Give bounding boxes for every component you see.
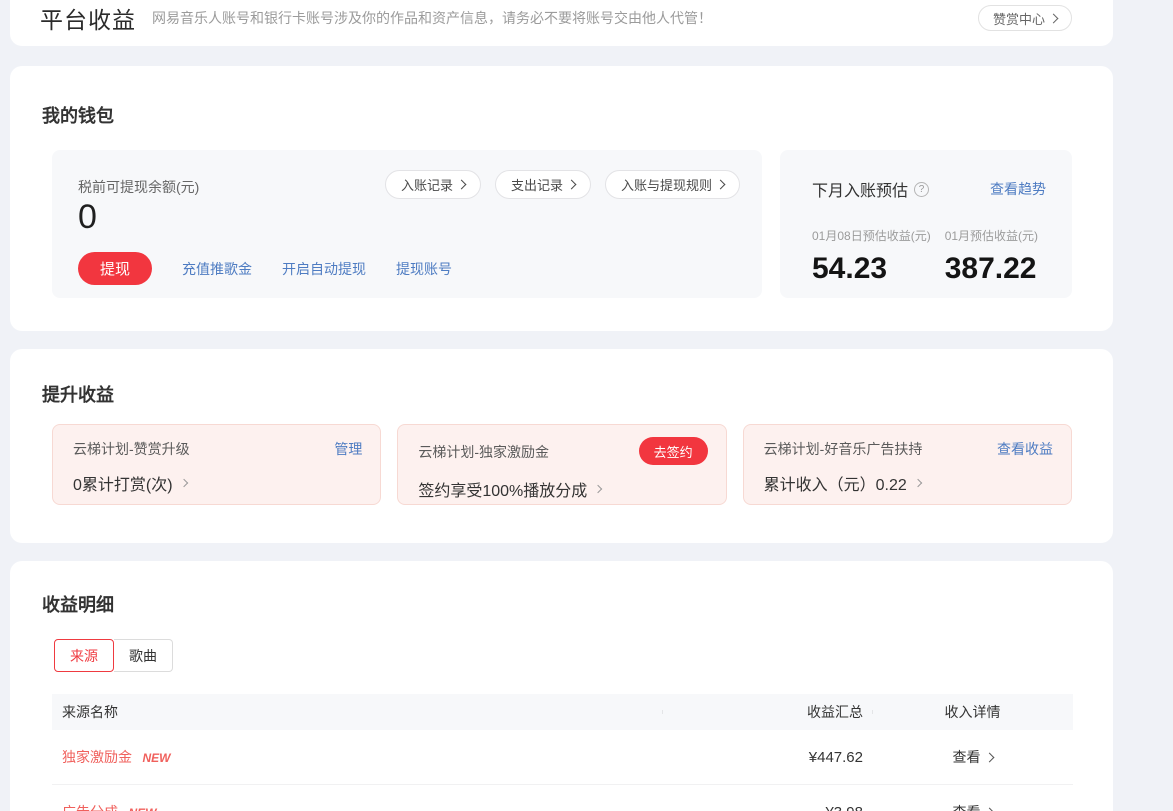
balance-top-row: 税前可提现余额(元) 入账记录 支出记录 入账与提现规则 [78,170,740,199]
income-withdraw-rules-button[interactable]: 入账与提现规则 [605,170,740,199]
boost-item-exclusive-incentive: 云梯计划-独家激励金 去签约 签约享受100%播放分成 [397,424,726,505]
boost-item-top: 云梯计划-好音乐广告扶持 查看收益 [764,439,1053,459]
forecast-column-month: 01月预估收益(元) 387.22 [945,227,1038,286]
wallet-actions-row: 提现 充值推歌金 开启自动提现 提现账号 [78,252,740,285]
column-header-details: 收入详情 [872,702,1073,722]
table-header: 来源名称 收益汇总 收入详情 [52,694,1073,730]
boost-item-top: 云梯计划-赞赏升级 管理 [73,439,362,459]
boost-item-content[interactable]: 累计收入（元）0.22 [764,471,921,495]
page-header-card: 平台收益 网易音乐人账号和银行卡账号涉及你的作品和资产信息，请务必不要将账号交由… [10,0,1113,46]
new-badge: NEW [128,806,156,811]
row-name: 广告分成 [62,802,118,811]
chevron-right-icon [914,479,922,487]
chevron-right-icon [594,485,602,493]
boost-item-content[interactable]: 0累计打赏(次) [73,471,187,495]
chevron-right-icon [984,752,994,762]
column-header-total: 收益汇总 [662,702,872,722]
chevron-right-icon [984,807,994,811]
forecast-title: 下月入账预估 [812,177,908,201]
wallet-card: 我的钱包 税前可提现余额(元) 入账记录 支出记录 [10,66,1113,331]
withdraw-account-link[interactable]: 提现账号 [396,259,452,279]
boost-row: 云梯计划-赞赏升级 管理 0累计打赏(次) 云梯计划-独家激励金 去签约 签约享… [52,424,1072,505]
view-income-link[interactable]: 查看收益 [997,439,1053,459]
boost-item-title: 云梯计划-独家激励金 [418,442,549,462]
chevron-right-icon [567,180,577,190]
boost-item-ad-support: 云梯计划-好音乐广告扶持 查看收益 累计收入（元）0.22 [743,424,1072,505]
forecast-column-day: 01月08日预估收益(元) 54.23 [812,227,931,286]
go-sign-button[interactable]: 去签约 [639,437,708,465]
earnings-table: 来源名称 收益汇总 收入详情 独家激励金 NEW ¥447.62 查看 [52,694,1073,811]
row-name: 独家激励金 [62,747,132,767]
tab-song[interactable]: 歌曲 [114,639,173,672]
forecast-day-label: 01月08日预估收益(元) [812,227,931,244]
wallet-body: 税前可提现余额(元) 入账记录 支出记录 入账与提现规则 [52,150,1072,298]
table-row: 独家激励金 NEW ¥447.62 查看 [52,730,1073,785]
details-section-title: 收益明细 [10,561,1113,617]
reward-center-label: 赞赏中心 [993,9,1045,28]
boost-item-title: 云梯计划-好音乐广告扶持 [764,439,923,459]
page-title: 平台收益 [40,1,136,35]
expense-records-button[interactable]: 支出记录 [495,170,591,199]
forecast-panel: 下月入账预估 ? 查看趋势 01月08日预估收益(元) 54.23 01月预估收… [780,150,1072,298]
income-withdraw-rules-label: 入账与提现规则 [621,175,712,194]
income-records-label: 入账记录 [401,175,453,194]
income-records-button[interactable]: 入账记录 [385,170,481,199]
balance-value: 0 [78,199,740,236]
forecast-month-value: 387.22 [945,252,1038,286]
withdraw-button[interactable]: 提现 [78,252,152,285]
details-tabs: 来源 歌曲 [54,639,173,672]
view-link[interactable]: 查看 [953,802,993,811]
row-amount: ¥3.98 [662,804,872,811]
forecast-top-row: 下月入账预估 ? 查看趋势 [812,177,1046,201]
row-view-cell: 查看 [872,802,1073,811]
reward-center-button[interactable]: 赞赏中心 [978,5,1072,31]
boost-item-content-label: 累计收入（元）0.22 [764,471,907,495]
wallet-section-title: 我的钱包 [10,66,1113,128]
view-trend-link[interactable]: 查看趋势 [990,179,1046,199]
boost-item-content-label: 签约享受100%播放分成 [418,477,587,501]
chevron-right-icon [716,180,726,190]
view-link[interactable]: 查看 [953,747,993,767]
page-content: 平台收益 网易音乐人账号和银行卡账号涉及你的作品和资产信息，请务必不要将账号交由… [10,0,1113,811]
manage-link[interactable]: 管理 [334,439,362,459]
details-card: 收益明细 来源 歌曲 来源名称 收益汇总 收入详情 独家激励金 NEW ¥447… [10,561,1113,811]
page-subtitle: 网易音乐人账号和银行卡账号涉及你的作品和资产信息，请务必不要将账号交由他人代管！ [152,8,712,28]
recharge-promo-link[interactable]: 充值推歌金 [182,259,252,279]
forecast-month-label: 01月预估收益(元) [945,227,1038,244]
boost-item-top: 云梯计划-独家激励金 去签约 [418,439,707,465]
boost-item-content-label: 0累计打赏(次) [73,471,173,495]
help-icon[interactable]: ? [914,182,929,197]
balance-panel: 税前可提现余额(元) 入账记录 支出记录 入账与提现规则 [52,150,762,298]
chevron-right-icon [1049,13,1059,23]
balance-label: 税前可提现余额(元) [78,170,199,197]
tab-source[interactable]: 来源 [54,639,114,672]
forecast-day-value: 54.23 [812,252,931,286]
row-name-cell: 独家激励金 NEW [52,747,662,767]
view-link-label: 查看 [953,802,981,811]
record-pills: 入账记录 支出记录 入账与提现规则 [385,170,740,199]
row-view-cell: 查看 [872,747,1073,767]
table-row: 广告分成 NEW ¥3.98 查看 [52,785,1073,811]
row-name-cell: 广告分成 NEW [52,802,662,811]
boost-section-title: 提升收益 [10,349,1113,407]
view-link-label: 查看 [953,747,981,767]
boost-item-title: 云梯计划-赞赏升级 [73,439,190,459]
boost-item-reward-upgrade: 云梯计划-赞赏升级 管理 0累计打赏(次) [52,424,381,505]
row-amount: ¥447.62 [662,749,872,766]
forecast-columns: 01月08日预估收益(元) 54.23 01月预估收益(元) 387.22 [812,227,1046,286]
chevron-right-icon [457,180,467,190]
new-badge: NEW [142,751,170,765]
chevron-right-icon [179,479,187,487]
boost-item-content[interactable]: 签约享受100%播放分成 [418,477,601,501]
column-header-source-name: 来源名称 [52,702,662,722]
expense-records-label: 支出记录 [511,175,563,194]
auto-withdraw-link[interactable]: 开启自动提现 [282,259,366,279]
boost-card: 提升收益 云梯计划-赞赏升级 管理 0累计打赏(次) 云梯计划-独家激励金 去签… [10,349,1113,543]
